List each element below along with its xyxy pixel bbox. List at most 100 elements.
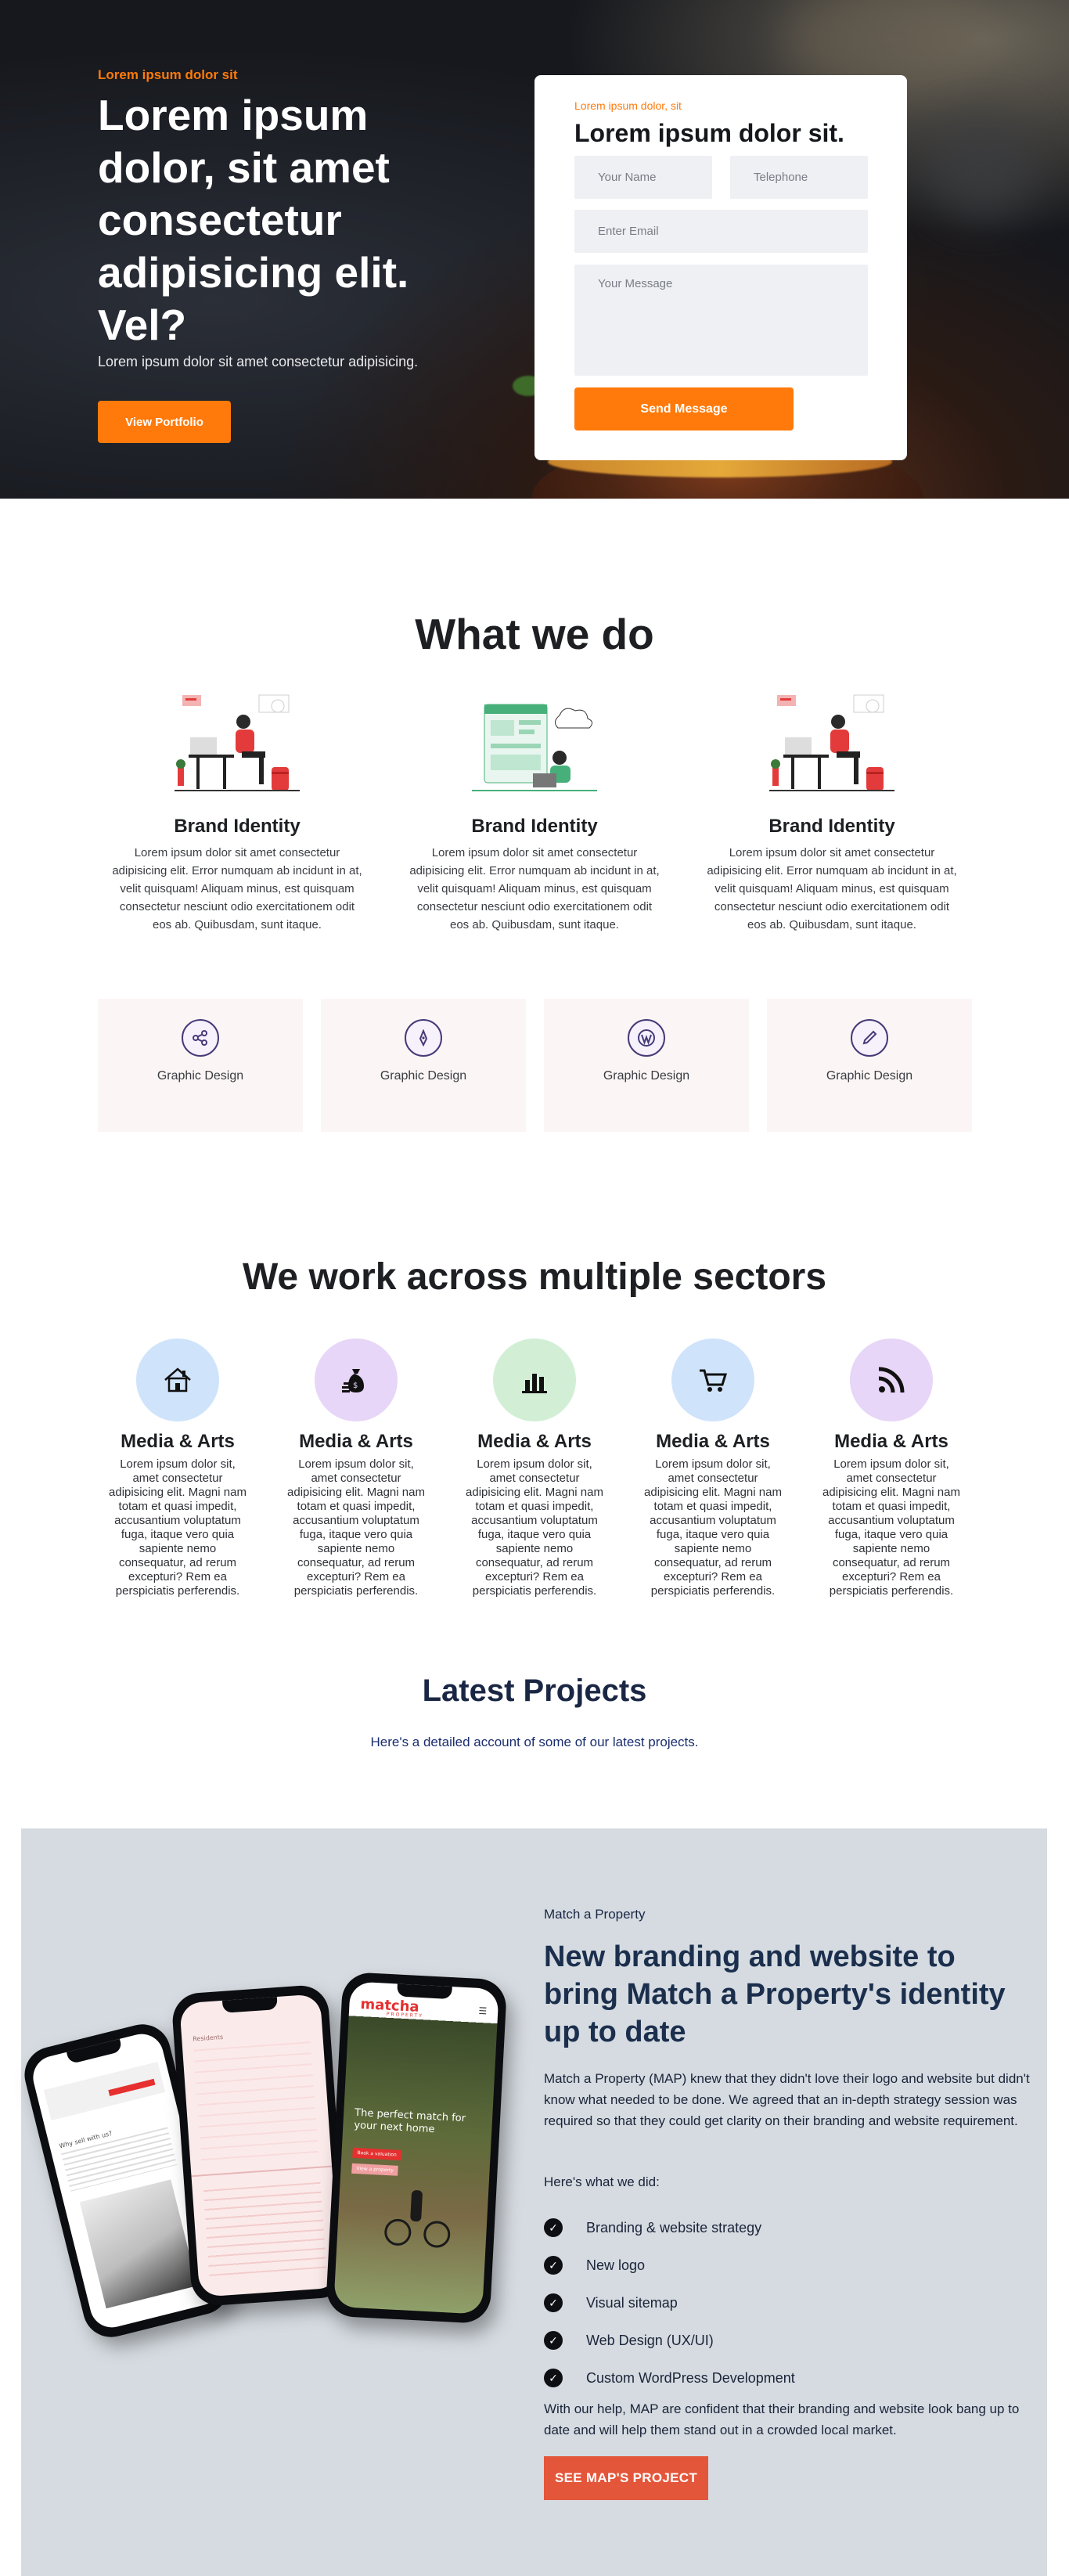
hero-subtitle: Lorem ipsum dolor sit amet consectetur a… [98,354,419,369]
view-portfolio-button[interactable]: View Portfolio [98,401,231,443]
check-icon: ✓ [544,2256,563,2275]
phone-screen: matcha PROPERTY ☰ The perfect match for … [333,1981,499,2315]
service-text: Lorem ipsum dolor sit amet consectetur a… [409,846,660,931]
screen-valuation-button: Book a valuation [352,2147,402,2160]
latest-projects-subtitle: Here's a detailed account of some of our… [370,1735,699,1749]
deliverable-label: Web Design (UX/UI) [586,2332,714,2348]
rss-icon [850,1338,933,1421]
project-footer-text: With our help, MAP are confident that th… [544,2401,1020,2437]
list-item: ✓ Branding & website strategy [544,2209,795,2246]
graphic-design-tile[interactable]: Graphic Design [767,999,972,1132]
sector-title: Media & Arts [656,1431,770,1452]
email-field[interactable] [574,210,868,253]
graphic-design-tile[interactable]: Graphic Design [98,999,303,1132]
check-icon: ✓ [544,2218,563,2237]
pen-nib-icon [405,1019,442,1057]
screen-divider [191,2165,333,2178]
send-message-button[interactable]: Send Message [574,387,794,431]
wordpress-icon [628,1019,665,1057]
shopping-cart-icon [671,1338,754,1421]
graphic-design-tile[interactable]: Graphic Design [544,999,749,1132]
hero-bokeh [923,117,1041,219]
message-field[interactable] [574,265,868,376]
sector-text: Lorem ipsum dolor sit, amet consectetur … [822,1457,960,1598]
deliverable-label: Visual sitemap [586,2294,678,2311]
service-card: Brand Identity Lorem ipsum dolor sit ame… [409,689,660,934]
sector-card: Media & Arts Lorem ipsum dolor sit, amet… [99,1338,256,1598]
sector-card: $ Media & Arts Lorem ipsum dolor sit, am… [278,1338,434,1598]
tile-label: Graphic Design [157,1069,244,1083]
tile-label: Graphic Design [826,1069,913,1083]
page: Lorem ipsum dolor sit Lorem ipsum dolor,… [0,0,1069,2576]
hero-title: Lorem ipsum dolor, sit amet consectetur … [98,91,409,349]
screen-cyclist [410,2189,423,2222]
check-icon: ✓ [544,2369,563,2387]
screen-property-button: View a property [351,2163,399,2176]
bar-chart-icon [493,1338,576,1421]
project-client: Match a Property [544,1907,646,1922]
screen-bicycle-wheel [423,2220,452,2249]
sector-text: Lorem ipsum dolor sit, amet consectetur … [109,1457,247,1598]
see-project-button[interactable]: SEE MAP'S PROJECT [544,2456,708,2500]
svg-text:$: $ [353,1382,358,1390]
form-title: Lorem ipsum dolor sit. [574,119,844,147]
screen-heading: Residents [193,2033,224,2043]
service-card: Brand Identity Lorem ipsum dolor sit ame… [112,689,362,934]
pen-icon [851,1019,888,1057]
hamburger-menu-icon: ☰ [478,2005,488,2017]
service-title: Brand Identity [174,816,301,837]
money-bag-icon: $ [315,1338,398,1421]
service-title: Brand Identity [768,816,895,837]
sector-title: Media & Arts [299,1431,413,1452]
latest-projects-title: Latest Projects [422,1673,647,1708]
house-icon [136,1338,219,1421]
deliverable-label: Custom WordPress Development [586,2369,795,2386]
graphic-design-tile[interactable]: Graphic Design [321,999,526,1132]
hero-tagline: Lorem ipsum dolor sit [98,67,238,82]
project-body: Match a Property (MAP) knew that they di… [544,2071,1030,2128]
service-card: Brand Identity Lorem ipsum dolor sit ame… [707,689,957,934]
sector-card: Media & Arts Lorem ipsum dolor sit, amet… [635,1338,791,1598]
sector-text: Lorem ipsum dolor sit, amet consectetur … [466,1457,603,1598]
form-tagline: Lorem ipsum dolor, sit [574,99,682,112]
project-showcase: Why sell with us? Residents matcha PROPE… [18,1828,1047,2576]
sector-title: Media & Arts [121,1431,235,1452]
phone-mockup-middle: Residents [171,1983,349,2308]
list-item: ✓ Visual sitemap [544,2284,795,2322]
sector-card: Media & Arts Lorem ipsum dolor sit, amet… [813,1338,970,1598]
list-item: ✓ Custom WordPress Development [544,2359,795,2397]
sector-title: Media & Arts [834,1431,948,1452]
check-icon: ✓ [544,2331,563,2350]
list-item: ✓ Web Design (UX/UI) [544,2322,795,2359]
share-nodes-icon [182,1019,219,1057]
service-title: Brand Identity [471,816,598,837]
phone-mockup-right: matcha PROPERTY ☰ The perfect match for … [325,1971,508,2325]
deliverable-label: Branding & website strategy [586,2219,762,2236]
phone-screen: Residents [179,1994,340,2297]
cloud-upload-illustration [472,689,597,798]
sector-text: Lorem ipsum dolor sit, amet consectetur … [644,1457,782,1598]
contact-form-card: Lorem ipsum dolor, sit Lorem ipsum dolor… [534,75,907,460]
name-field[interactable] [574,156,712,199]
service-text: Lorem ipsum dolor sit amet consectetur a… [707,846,957,931]
screen-list-lines [193,2041,319,2167]
screen-header-block [43,2061,166,2121]
list-item: ✓ New logo [544,2246,795,2284]
sector-title: Media & Arts [477,1431,592,1452]
screen-photo-keys [79,2179,198,2309]
sector-text: Lorem ipsum dolor sit, amet consectetur … [287,1457,425,1598]
designer-at-desk-illustration [175,689,300,798]
hero-section: Lorem ipsum dolor sit Lorem ipsum dolor,… [0,0,1069,499]
tile-label: Graphic Design [380,1069,467,1083]
project-deliverables-label: Here's what we did: [544,2174,660,2189]
deliverables-list: ✓ Branding & website strategy ✓ New logo ✓… [544,2209,795,2397]
sectors-title: We work across multiple sectors [242,1256,827,1298]
check-icon: ✓ [544,2293,563,2312]
screen-tagline: The perfect match for your next home [354,2106,466,2136]
telephone-field[interactable] [730,156,868,199]
service-text: Lorem ipsum dolor sit amet consectetur a… [112,846,362,931]
screen-brand-sub: PROPERTY [386,2011,423,2019]
screen-bicycle-wheel [383,2218,412,2246]
what-we-do-title: What we do [415,610,654,658]
tile-label: Graphic Design [603,1069,690,1083]
